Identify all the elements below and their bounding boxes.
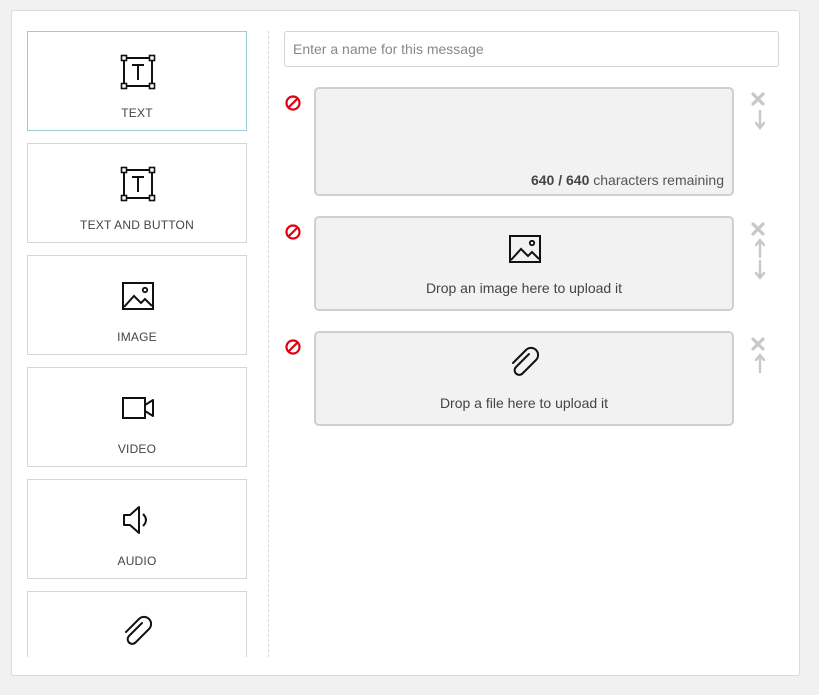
delete-block-icon[interactable]: [751, 92, 765, 106]
block-controls: [751, 337, 766, 374]
block-type-label: TEXT: [121, 106, 153, 120]
message-editor-panel: TEXT TEXT AND BUTTON IMAGE VIDEO AUDIO E…: [11, 10, 800, 676]
characters-remaining-counter: 640 / 640 characters remaining: [530, 172, 724, 188]
image-drop-zone[interactable]: Drop an image here to upload it: [314, 216, 734, 311]
move-down-icon[interactable]: [754, 109, 766, 130]
block-controls: [751, 92, 766, 130]
paperclip-icon: [512, 346, 540, 376]
image-drop-text: Drop an image here to upload it: [425, 280, 623, 296]
block-type-label: VIDEO: [117, 442, 157, 456]
move-up-icon[interactable]: [754, 353, 766, 374]
image-icon: [509, 235, 541, 263]
video-camera-icon: [122, 397, 154, 419]
remove-block-icon[interactable]: [284, 223, 302, 241]
delete-block-icon[interactable]: [751, 222, 765, 236]
add-audio-block-button[interactable]: AUDIO: [27, 479, 247, 579]
remove-block-icon[interactable]: [284, 94, 302, 112]
block-type-label: IMAGE: [117, 330, 157, 344]
text-block-textarea[interactable]: 640 / 640 characters remaining: [314, 87, 734, 196]
block-type-label: AUDIO: [117, 554, 157, 568]
block-type-label: TEXT AND BUTTON: [80, 218, 194, 232]
add-video-block-button[interactable]: VIDEO: [27, 367, 247, 467]
add-image-block-button[interactable]: IMAGE: [27, 255, 247, 355]
move-up-icon[interactable]: [754, 238, 766, 259]
message-name-input[interactable]: [284, 31, 779, 67]
add-text-block-button[interactable]: TEXT: [27, 31, 247, 131]
paperclip-icon: [125, 615, 153, 645]
file-drop-text: Drop a file here to upload it: [439, 395, 609, 411]
delete-block-icon[interactable]: [751, 337, 765, 351]
block-controls: [751, 222, 766, 280]
add-text-and-button-block-button[interactable]: TEXT AND BUTTON: [27, 143, 247, 243]
image-icon: [122, 282, 154, 310]
file-drop-zone[interactable]: Drop a file here to upload it: [314, 331, 734, 426]
text-box-icon: [120, 166, 156, 202]
text-box-icon: [120, 54, 156, 90]
move-down-icon[interactable]: [754, 259, 766, 280]
block-type-sidebar: TEXT TEXT AND BUTTON IMAGE VIDEO AUDIO: [27, 31, 249, 657]
column-divider: [268, 31, 269, 657]
speaker-icon: [123, 506, 147, 534]
add-file-block-button[interactable]: [27, 591, 247, 657]
remove-block-icon[interactable]: [284, 338, 302, 356]
